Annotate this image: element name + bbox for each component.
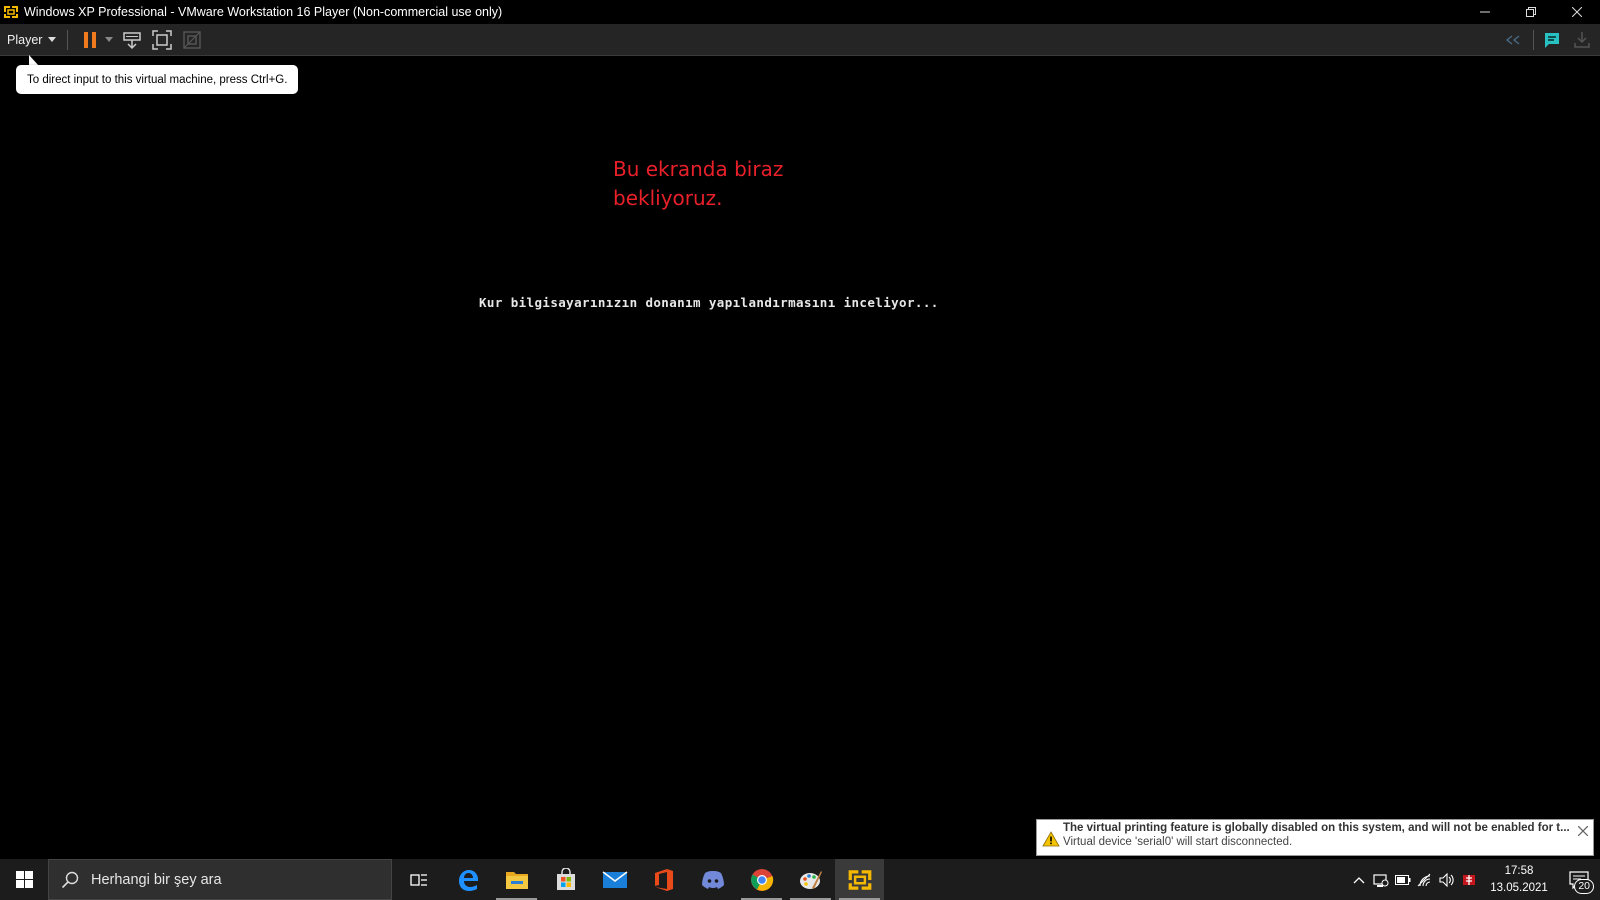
toolbar-right-group bbox=[1499, 24, 1600, 56]
vmware-icon bbox=[848, 869, 871, 890]
taskbar-search-box[interactable]: Herhangi bir şey ara bbox=[48, 859, 392, 900]
file-explorer-icon bbox=[505, 871, 528, 889]
pause-icon bbox=[84, 31, 97, 48]
taskbar-edge[interactable] bbox=[443, 859, 492, 900]
restore-icon bbox=[1526, 7, 1536, 17]
toolbar-separator bbox=[1533, 30, 1534, 50]
taskbar-microsoft-store[interactable] bbox=[541, 859, 590, 900]
taskbar-chrome[interactable] bbox=[737, 859, 786, 900]
vmware-notification[interactable]: The virtual printing feature is globally… bbox=[1036, 819, 1594, 856]
tray-security-app[interactable] bbox=[1458, 859, 1480, 900]
double-chevron-left-icon bbox=[1505, 35, 1520, 45]
office-icon bbox=[654, 868, 673, 891]
tray-battery[interactable] bbox=[1392, 859, 1414, 900]
system-tray: 17:58 13.05.2021 20 bbox=[1348, 859, 1600, 900]
unity-mode-button[interactable] bbox=[178, 26, 206, 54]
close-icon bbox=[1572, 7, 1582, 17]
chevron-down-icon bbox=[105, 37, 114, 42]
player-menu-button[interactable]: Player bbox=[0, 24, 63, 56]
chrome-icon bbox=[750, 868, 773, 891]
store-icon bbox=[556, 867, 575, 890]
chevron-up-icon bbox=[1353, 876, 1365, 883]
tray-wifi[interactable] bbox=[1414, 859, 1436, 900]
tray-network-device[interactable] bbox=[1370, 859, 1392, 900]
tooltip-text: To direct input to this virtual machine,… bbox=[27, 73, 288, 86]
title-bar: Windows XP Professional - VMware Worksta… bbox=[0, 0, 1600, 24]
power-options-dropdown[interactable] bbox=[102, 26, 116, 54]
show-hidden-icons-button[interactable] bbox=[1348, 859, 1370, 900]
message-log-button[interactable] bbox=[1538, 26, 1566, 54]
unity-icon bbox=[183, 30, 202, 49]
window-title: Windows XP Professional - VMware Worksta… bbox=[24, 5, 503, 19]
download-button[interactable] bbox=[1568, 26, 1596, 54]
taskbar-paint[interactable] bbox=[786, 859, 835, 900]
search-icon bbox=[61, 871, 79, 889]
action-center-button[interactable]: 20 bbox=[1558, 859, 1600, 900]
paint-icon bbox=[799, 870, 822, 889]
taskbar-file-explorer[interactable] bbox=[492, 859, 541, 900]
security-app-icon bbox=[1463, 874, 1475, 885]
annotation-text: Bu ekranda biraz bekliyoruz. bbox=[613, 157, 784, 210]
taskbar-mail[interactable] bbox=[590, 859, 639, 900]
vmware-toolbar: Player bbox=[0, 24, 1600, 56]
warning-icon bbox=[1039, 820, 1063, 857]
pause-button[interactable] bbox=[76, 26, 104, 54]
player-menu-label: Player bbox=[7, 32, 43, 47]
chevron-down-icon bbox=[48, 37, 57, 42]
close-icon bbox=[1578, 826, 1588, 836]
message-log-icon bbox=[1545, 33, 1559, 48]
task-view-icon bbox=[409, 873, 427, 886]
taskbar-office[interactable] bbox=[639, 859, 688, 900]
input-hint-tooltip: To direct input to this virtual machine,… bbox=[16, 65, 299, 94]
notification-count-badge: 20 bbox=[1574, 879, 1594, 894]
taskbar-vmware[interactable] bbox=[835, 859, 884, 900]
taskbar-discord[interactable] bbox=[688, 859, 737, 900]
clock-time: 17:58 bbox=[1504, 864, 1534, 877]
battery-icon bbox=[1395, 874, 1411, 885]
full-screen-button[interactable] bbox=[148, 26, 176, 54]
start-button[interactable] bbox=[0, 859, 48, 900]
task-view-button[interactable] bbox=[394, 859, 443, 900]
wifi-icon bbox=[1417, 873, 1431, 886]
search-placeholder: Herhangi bir şey ara bbox=[91, 871, 222, 888]
notification-subtitle: Virtual device 'serial0' will start disc… bbox=[1063, 836, 1293, 848]
send-ctrl-alt-del-button[interactable] bbox=[118, 26, 146, 54]
notification-close-button[interactable] bbox=[1573, 821, 1593, 841]
notification-body: The virtual printing feature is globally… bbox=[1063, 820, 1573, 848]
windows-taskbar: Herhangi bir şey ara 17:58 13.05.2021 20 bbox=[0, 859, 1600, 900]
mail-icon bbox=[602, 870, 627, 888]
toolbar-separator bbox=[67, 29, 69, 50]
tray-volume[interactable] bbox=[1436, 859, 1458, 900]
discord-icon bbox=[701, 870, 724, 889]
speaker-icon bbox=[1439, 872, 1454, 887]
window-controls bbox=[1462, 0, 1600, 24]
vm-display[interactable]: Bu ekranda biraz bekliyoruz. Kur bilgisa… bbox=[0, 57, 1600, 859]
full-screen-icon bbox=[152, 29, 173, 50]
download-icon bbox=[1574, 32, 1590, 48]
vmware-app-icon bbox=[2, 3, 20, 21]
setup-status-text: Kur bilgisayarınızın donanım yapılandırm… bbox=[479, 295, 939, 310]
collapse-toolbar-button[interactable] bbox=[1499, 26, 1527, 54]
taskbar-clock[interactable]: 17:58 13.05.2021 bbox=[1480, 859, 1558, 900]
clock-date: 13.05.2021 bbox=[1490, 881, 1548, 894]
windows-logo-icon bbox=[15, 871, 33, 888]
minimize-icon bbox=[1480, 11, 1490, 13]
minimize-button[interactable] bbox=[1462, 0, 1508, 24]
restore-button[interactable] bbox=[1508, 0, 1554, 24]
edge-icon bbox=[458, 869, 478, 891]
keyboard-send-icon bbox=[123, 31, 142, 49]
close-button[interactable] bbox=[1554, 0, 1600, 24]
network-adapter-icon bbox=[1373, 873, 1389, 887]
notification-title: The virtual printing feature is globally… bbox=[1063, 822, 1570, 834]
